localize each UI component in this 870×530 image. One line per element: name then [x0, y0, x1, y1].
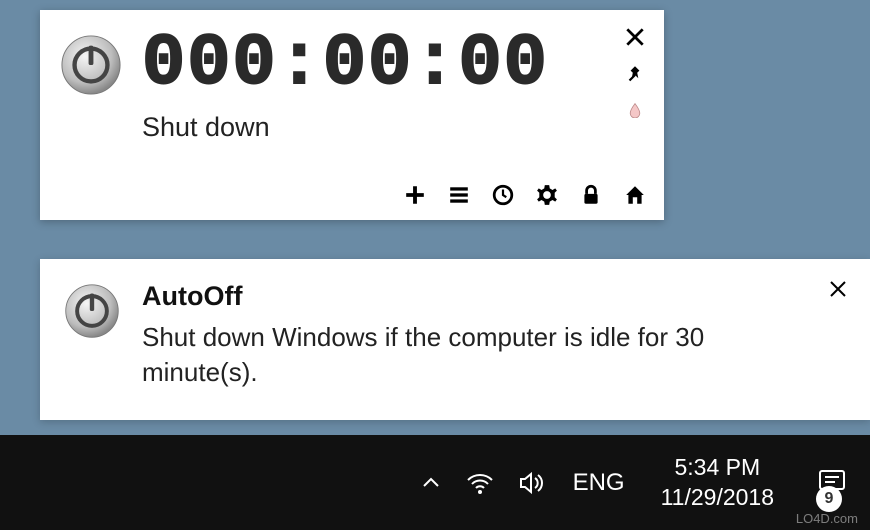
timer-window: 000:00:00 Shut down: [40, 10, 664, 220]
home-icon[interactable]: [624, 184, 646, 206]
add-icon[interactable]: [404, 184, 426, 206]
timer-side-toolbar: [624, 26, 646, 118]
timer-digits: 000:00:00: [142, 28, 644, 100]
drop-icon[interactable]: [627, 102, 643, 118]
close-icon[interactable]: [828, 279, 848, 299]
timer-action-label: Shut down: [142, 112, 644, 143]
clock-icon[interactable]: [492, 184, 514, 206]
tray-chevron-up-icon[interactable]: [419, 471, 443, 495]
system-tray: ENG 5:34 PM 11/29/2018: [419, 453, 862, 513]
close-icon[interactable]: [624, 26, 646, 48]
timer-body: 000:00:00 Shut down: [142, 28, 644, 143]
notification-content: AutoOff Shut down Windows if the compute…: [64, 281, 846, 390]
notification-toast: AutoOff Shut down Windows if the compute…: [40, 259, 870, 420]
notification-text: AutoOff Shut down Windows if the compute…: [142, 281, 846, 390]
volume-icon[interactable]: [517, 468, 547, 498]
language-indicator[interactable]: ENG: [569, 469, 629, 497]
taskbar: ENG 5:34 PM 11/29/2018: [0, 435, 870, 530]
timer-top-row: 000:00:00 Shut down: [60, 28, 644, 143]
menu-icon[interactable]: [448, 184, 470, 206]
gear-icon[interactable]: [536, 184, 558, 206]
taskbar-clock[interactable]: 5:34 PM 11/29/2018: [651, 453, 784, 513]
notification-body: Shut down Windows if the computer is idl…: [142, 320, 806, 390]
taskbar-time: 5:34 PM: [661, 453, 774, 483]
power-icon: [64, 283, 120, 339]
notification-title: AutoOff: [142, 281, 806, 312]
lock-icon[interactable]: [580, 184, 602, 206]
watermark-text: LO4D.com: [796, 511, 858, 526]
wifi-icon[interactable]: [465, 468, 495, 498]
watermark-badge: 9: [816, 486, 842, 512]
timer-bottom-toolbar: [404, 184, 646, 206]
pin-icon[interactable]: [624, 64, 646, 86]
power-icon: [60, 34, 122, 96]
taskbar-date: 11/29/2018: [661, 483, 774, 513]
